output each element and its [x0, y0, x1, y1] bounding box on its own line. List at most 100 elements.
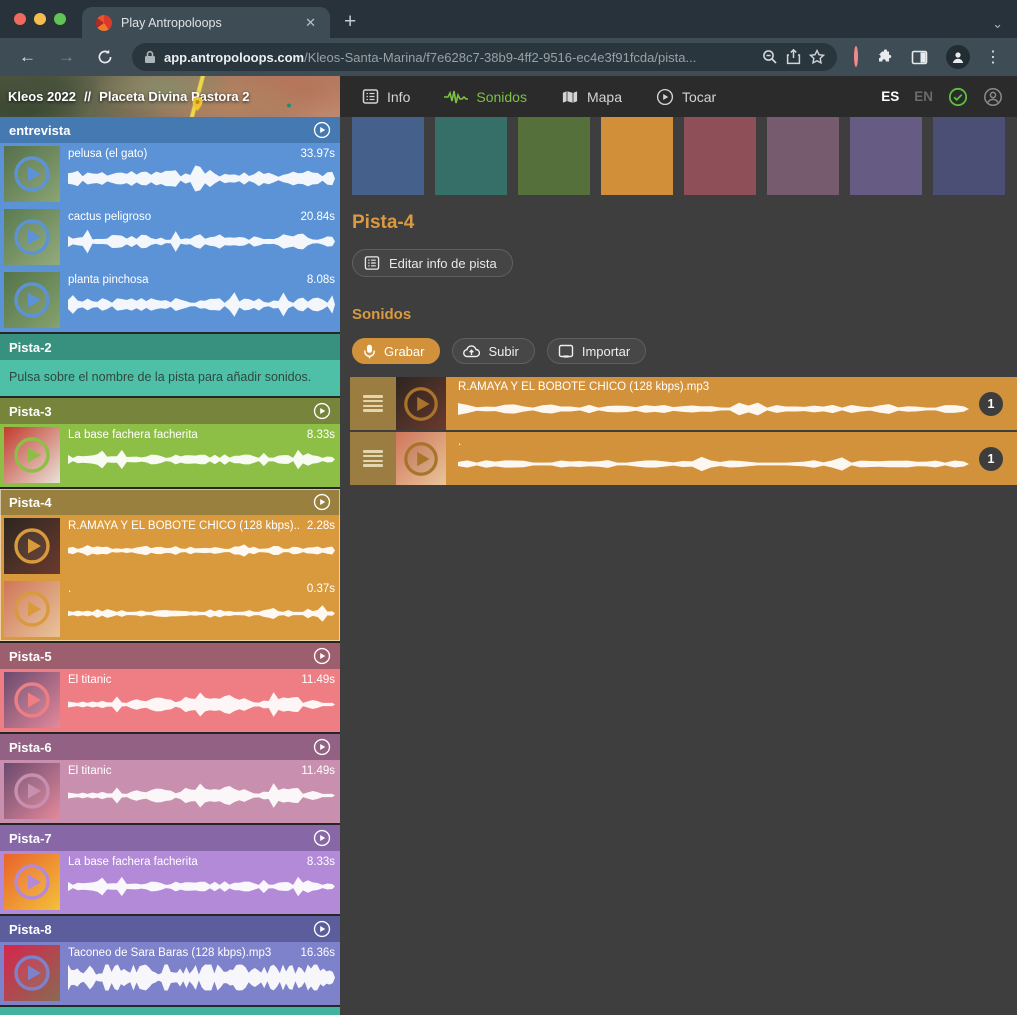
fullscreen-window-button[interactable] — [54, 13, 66, 25]
clip-waveform[interactable] — [68, 691, 335, 718]
clip-waveform[interactable] — [68, 873, 335, 900]
clip-thumbnail[interactable] — [4, 518, 60, 574]
zoom-indicator-icon[interactable] — [762, 49, 778, 65]
clip-play-icon[interactable] — [12, 771, 52, 811]
sound-clip[interactable]: Taconeo de Sara Baras (128 kbps).mp3 16.… — [0, 942, 340, 1005]
clip-play-icon[interactable] — [12, 154, 52, 194]
track-play-button[interactable] — [313, 493, 331, 511]
bookmark-star-icon[interactable] — [809, 49, 825, 65]
sound-clip[interactable]: pelusa (el gato) 33.97s — [0, 143, 340, 206]
nav-sonidos[interactable]: Sonidos — [444, 89, 527, 105]
clip-play-icon[interactable] — [12, 217, 52, 257]
clip-thumbnail[interactable] — [4, 672, 60, 728]
close-window-button[interactable] — [14, 13, 26, 25]
clip-play-icon[interactable] — [12, 435, 52, 475]
sound-waveform[interactable] — [458, 397, 969, 421]
reload-button[interactable] — [88, 47, 122, 67]
clip-play-icon[interactable] — [12, 280, 52, 320]
nav-tocar[interactable]: Tocar — [656, 88, 716, 106]
sound-row[interactable]: . 1 — [350, 432, 1017, 485]
track-play-button[interactable] — [313, 121, 331, 139]
sound-thumbnail[interactable] — [396, 432, 446, 485]
track-color-swatch-7[interactable] — [850, 117, 922, 195]
clip-play-icon[interactable] — [12, 680, 52, 720]
clip-waveform[interactable] — [68, 964, 335, 991]
edit-track-info-button[interactable]: Editar info de pista — [352, 249, 513, 277]
upload-button[interactable]: Subir — [452, 338, 534, 364]
drag-handle[interactable] — [350, 377, 396, 430]
track-header[interactable]: Pista-7 — [0, 825, 340, 851]
clip-play-icon[interactable] — [12, 953, 52, 993]
lang-es-button[interactable]: ES — [881, 89, 899, 104]
track-header[interactable]: Pista-6 — [0, 734, 340, 760]
sound-clip[interactable]: El titanic 11.49s — [0, 669, 340, 732]
browser-tab[interactable]: Play Antropoloops ✕ — [82, 7, 330, 38]
clip-thumbnail[interactable] — [4, 763, 60, 819]
sound-row[interactable]: R.AMAYA Y EL BOBOTE CHICO (128 kbps).mp3… — [350, 377, 1017, 430]
track-color-swatch-5[interactable] — [684, 117, 756, 195]
import-button[interactable]: Importar — [547, 338, 646, 364]
clip-thumbnail[interactable] — [4, 272, 60, 328]
nav-info[interactable]: Info — [362, 88, 410, 105]
clip-thumbnail[interactable] — [4, 945, 60, 1001]
clip-waveform[interactable] — [68, 446, 335, 473]
track-play-button[interactable] — [313, 402, 331, 420]
sound-play-icon[interactable] — [402, 385, 440, 423]
clip-thumbnail[interactable] — [4, 146, 60, 202]
track-color-swatch-1[interactable] — [352, 117, 424, 195]
track-color-swatch-6[interactable] — [767, 117, 839, 195]
sound-clip[interactable]: La base fachera facherita 8.33s — [0, 424, 340, 487]
lang-en-button[interactable]: EN — [914, 89, 933, 104]
track-play-button[interactable] — [313, 829, 331, 847]
aerial-map-thumbnail[interactable]: Kleos 2022 // Placeta Divina Pastora 2 — [0, 76, 340, 117]
sound-clip[interactable]: . 0.37s — [0, 578, 340, 641]
account-icon[interactable] — [983, 87, 1003, 107]
track-header[interactable]: Pista-8 — [0, 916, 340, 942]
sound-clip[interactable]: planta pinchosa 8.08s — [0, 269, 340, 332]
sound-waveform[interactable] — [458, 452, 969, 476]
sound-thumbnail[interactable] — [396, 377, 446, 430]
back-button[interactable]: ← — [10, 45, 45, 69]
url-text[interactable]: app.antropoloops.com/Kleos-Santa-Marina/… — [164, 50, 754, 65]
track-header[interactable]: Pista-3 — [0, 398, 340, 424]
track-color-swatch-2[interactable] — [435, 117, 507, 195]
clip-play-icon[interactable] — [12, 589, 52, 629]
clip-thumbnail[interactable] — [4, 854, 60, 910]
clip-play-icon[interactable] — [12, 862, 52, 902]
track-play-button[interactable] — [313, 647, 331, 665]
clip-waveform[interactable] — [68, 291, 335, 318]
track-play-button[interactable] — [313, 738, 331, 756]
nav-mapa[interactable]: Mapa — [561, 89, 622, 105]
drag-handle[interactable] — [350, 432, 396, 485]
clip-thumbnail[interactable] — [4, 581, 60, 637]
sound-play-icon[interactable] — [402, 440, 440, 478]
track-header[interactable]: Pista-4 — [0, 489, 340, 515]
tab-close-icon[interactable]: ✕ — [301, 13, 320, 33]
browser-menu-kebab-icon[interactable]: ⋮ — [981, 47, 1007, 67]
profile-avatar[interactable] — [939, 45, 977, 69]
track-color-swatch-3[interactable] — [518, 117, 590, 195]
forward-button[interactable]: → — [49, 45, 84, 69]
clip-waveform[interactable] — [68, 228, 335, 255]
track-header[interactable]: Pista-2 — [0, 334, 340, 360]
extensions-puzzle-icon[interactable] — [869, 49, 900, 66]
track-header[interactable]: entrevista — [0, 117, 340, 143]
clip-waveform[interactable] — [68, 165, 335, 192]
clip-play-icon[interactable] — [12, 526, 52, 566]
side-panel-icon[interactable] — [904, 49, 935, 66]
track-color-swatch-4[interactable] — [601, 117, 673, 195]
clip-thumbnail[interactable] — [4, 209, 60, 265]
sound-clip[interactable]: cactus peligroso 20.84s — [0, 206, 340, 269]
sound-clip[interactable]: El titanic 11.49s — [0, 760, 340, 823]
clip-waveform[interactable] — [68, 782, 335, 809]
clip-waveform[interactable] — [68, 537, 335, 564]
record-button[interactable]: Grabar — [352, 338, 440, 364]
track-header[interactable]: Pista-5 — [0, 643, 340, 669]
recording-extension-icon[interactable] — [847, 48, 865, 66]
share-icon[interactable] — [786, 49, 801, 65]
minimize-window-button[interactable] — [34, 13, 46, 25]
sound-clip[interactable]: La base fachera facherita 8.33s — [0, 851, 340, 914]
clip-thumbnail[interactable] — [4, 427, 60, 483]
clip-waveform[interactable] — [68, 600, 335, 627]
track-color-swatch-8[interactable] — [933, 117, 1005, 195]
